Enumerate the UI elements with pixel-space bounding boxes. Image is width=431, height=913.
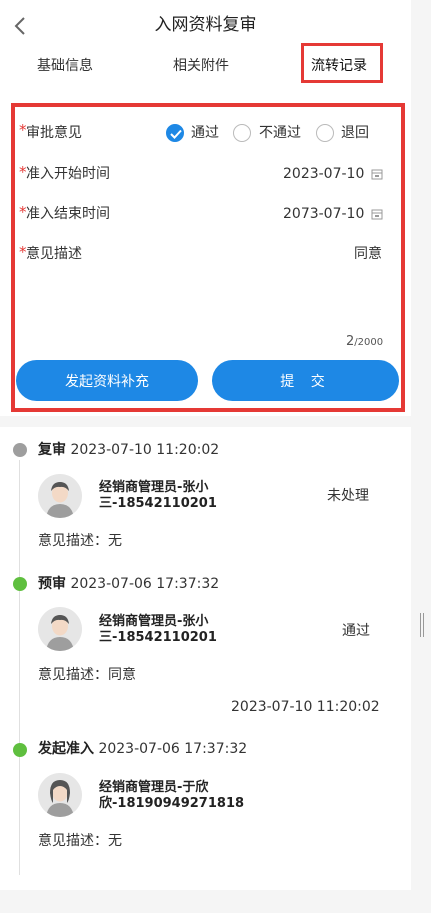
processed-time: 2023-07-10 11:20:02 xyxy=(231,699,380,715)
step-time: 2023-07-06 17:37:32 xyxy=(98,741,248,757)
char-max: /2000 xyxy=(354,337,384,348)
timeline-entry-header: 复审 2023-07-10 11:20:02 xyxy=(38,440,219,460)
opinion-text: 意见描述：无 xyxy=(38,533,122,549)
tab-basic-info[interactable]: 基础信息 xyxy=(37,55,93,77)
step-name: 复审 xyxy=(38,442,66,458)
description-input[interactable]: 同意 xyxy=(354,244,382,264)
calendar-icon[interactable] xyxy=(371,208,383,220)
step-time: 2023-07-10 11:20:02 xyxy=(70,442,220,458)
step-time: 2023-07-06 17:37:32 xyxy=(70,576,220,592)
description-label: 意见描述 xyxy=(26,246,82,262)
person-name: 经销商管理员-张小三-18542110201 xyxy=(99,614,217,645)
start-date-label: 准入开始时间 xyxy=(26,166,110,182)
radio-pass-label[interactable]: 通过 xyxy=(191,123,219,143)
radio-return[interactable] xyxy=(316,124,334,142)
check-icon xyxy=(170,129,182,139)
timeline-dot xyxy=(13,577,27,591)
timeline-dot xyxy=(13,743,27,757)
avatar xyxy=(38,607,82,651)
timeline-entry-header: 发起准入 2023-07-06 17:37:32 xyxy=(38,739,247,759)
radio-return-label[interactable]: 退回 xyxy=(341,123,369,143)
step-name: 发起准入 xyxy=(38,741,94,757)
char-counter: 2/2000 xyxy=(346,333,383,352)
status-badge: 通过 xyxy=(342,623,370,639)
radio-reject-label[interactable]: 不通过 xyxy=(259,123,301,143)
tab-attachments[interactable]: 相关附件 xyxy=(173,55,229,77)
header: 入网资料复审 基础信息 相关附件 流转记录 xyxy=(0,0,411,98)
end-date-value[interactable]: 2073-07-10 xyxy=(283,204,364,224)
avatar xyxy=(38,773,82,817)
timeline-dot xyxy=(13,443,27,457)
timeline-entry-header: 预审 2023-07-06 17:37:32 xyxy=(38,574,219,594)
approval-label: 审批意见 xyxy=(26,125,82,141)
step-name: 预审 xyxy=(38,576,66,592)
tab-flow-records[interactable]: 流转记录 xyxy=(311,55,367,77)
start-date-value[interactable]: 2023-07-10 xyxy=(283,164,364,184)
submit-button[interactable]: 提 交 xyxy=(212,360,399,401)
avatar xyxy=(38,474,82,518)
person-name: 经销商管理员-于欣欣-18190949271818 xyxy=(99,780,245,811)
scrollbar-handle[interactable] xyxy=(420,613,424,637)
end-date-label: 准入结束时间 xyxy=(26,206,110,222)
page-title: 入网资料复审 xyxy=(154,15,257,35)
user-avatar-icon xyxy=(38,474,82,518)
opinion-text: 意见描述：无 xyxy=(38,833,122,849)
calendar-icon[interactable] xyxy=(371,168,383,180)
user-avatar-icon xyxy=(38,607,82,651)
radio-reject[interactable] xyxy=(233,124,251,142)
person-name: 经销商管理员-张小三-18542110201 xyxy=(99,480,217,511)
status-badge: 未处理 xyxy=(327,488,369,504)
request-supplement-button[interactable]: 发起资料补充 xyxy=(16,360,198,401)
user-avatar-icon xyxy=(38,773,82,817)
timeline-line xyxy=(19,460,20,875)
radio-pass[interactable] xyxy=(166,124,184,142)
opinion-text: 意见描述：同意 xyxy=(38,667,136,683)
